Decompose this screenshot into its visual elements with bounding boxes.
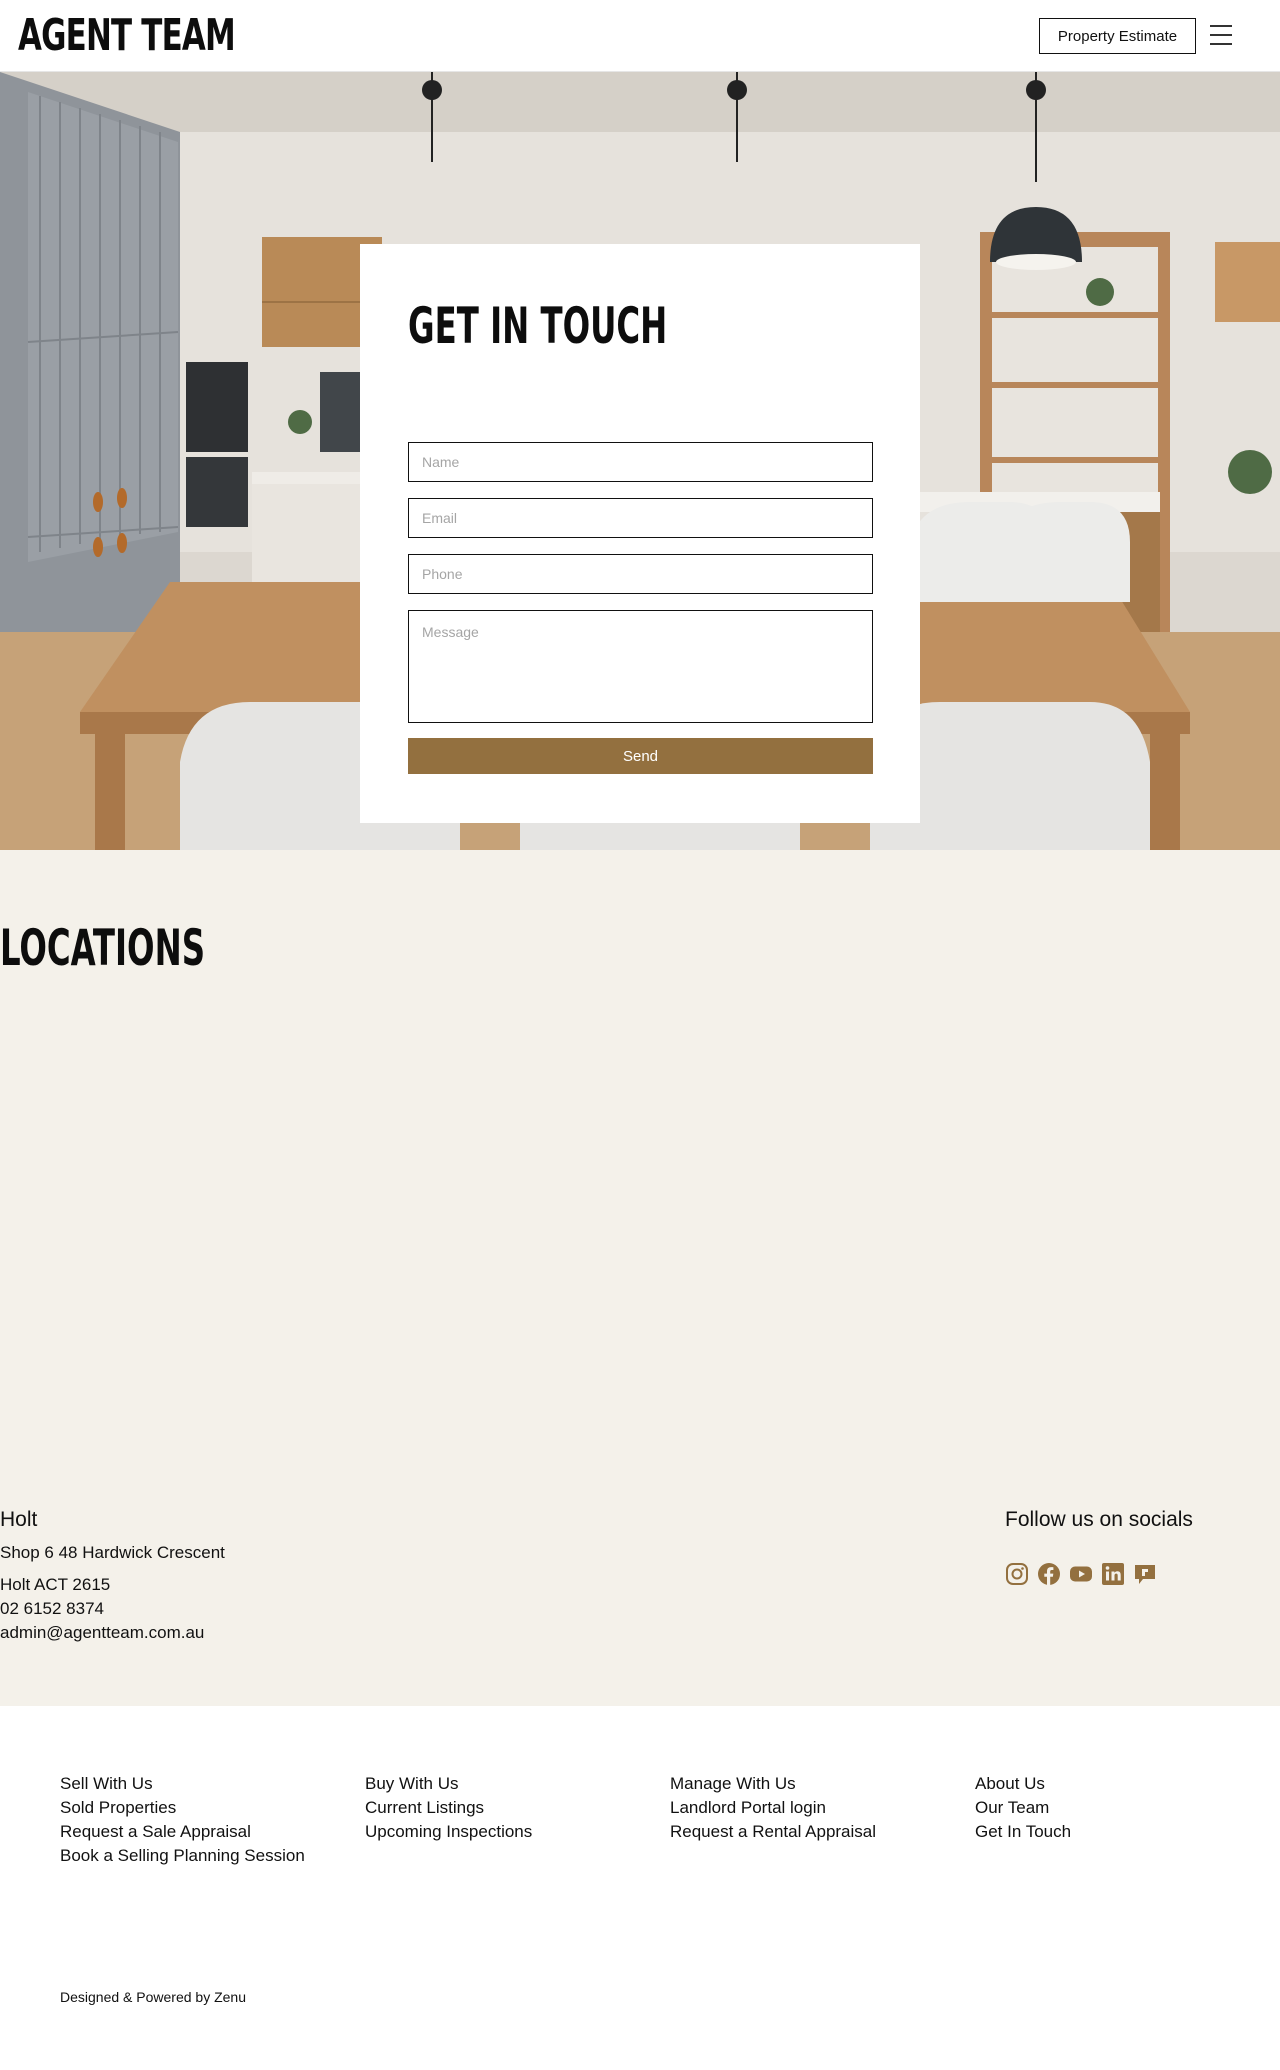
name-input[interactable]: [408, 442, 873, 482]
office-email[interactable]: admin@agentteam.com.au: [0, 1623, 204, 1643]
linkedin-icon[interactable]: [1101, 1562, 1125, 1586]
rate-my-agent-icon[interactable]: [1133, 1562, 1157, 1586]
footer-link-landlord-portal[interactable]: Landlord Portal login: [670, 1796, 876, 1820]
facebook-icon[interactable]: [1037, 1562, 1061, 1586]
footer-column-sell: Sell With Us Sold Properties Request a S…: [60, 1772, 305, 1868]
contact-hero: GET IN TOUCH Send: [0, 72, 1280, 850]
footer-column-buy: Buy With Us Current Listings Upcoming In…: [365, 1772, 532, 1844]
site-logo[interactable]: AGENT TEAM: [18, 12, 236, 60]
locations-section: LOCATIONS Holt Shop 6 48 Hardwick Cresce…: [0, 850, 1280, 1706]
footer-credit[interactable]: Designed & Powered by Zenu: [60, 1989, 246, 2005]
hamburger-menu-icon[interactable]: [1210, 23, 1234, 47]
footer-link-manage-with-us[interactable]: Manage With Us: [670, 1772, 876, 1796]
footer-link-buy-with-us[interactable]: Buy With Us: [365, 1772, 532, 1796]
footer-link-sale-appraisal[interactable]: Request a Sale Appraisal: [60, 1820, 305, 1844]
footer-link-upcoming-inspections[interactable]: Upcoming Inspections: [365, 1820, 532, 1844]
office-address-line2: Holt ACT 2615: [0, 1575, 111, 1594]
footer-column-manage: Manage With Us Landlord Portal login Req…: [670, 1772, 876, 1844]
footer-link-current-listings[interactable]: Current Listings: [365, 1796, 532, 1820]
office-address-line1: Shop 6 48 Hardwick Crescent: [0, 1543, 225, 1562]
email-input[interactable]: [408, 498, 873, 538]
message-textarea[interactable]: [408, 610, 873, 723]
send-button[interactable]: Send: [408, 738, 873, 774]
instagram-icon[interactable]: [1005, 1562, 1029, 1586]
footer-link-rental-appraisal[interactable]: Request a Rental Appraisal: [670, 1820, 876, 1844]
footer-link-sold-properties[interactable]: Sold Properties: [60, 1796, 305, 1820]
social-links: [1005, 1562, 1157, 1586]
office-name: Holt: [0, 1508, 38, 1531]
socials-heading: Follow us on socials: [1005, 1508, 1193, 1531]
site-footer: Sell With Us Sold Properties Request a S…: [0, 1706, 1280, 2070]
footer-link-about-us[interactable]: About Us: [975, 1772, 1071, 1796]
phone-input[interactable]: [408, 554, 873, 594]
site-header: AGENT TEAM Property Estimate: [0, 0, 1280, 72]
footer-link-selling-session[interactable]: Book a Selling Planning Session: [60, 1844, 305, 1868]
locations-heading: LOCATIONS: [0, 919, 206, 977]
contact-form-card: GET IN TOUCH Send: [360, 244, 920, 823]
office-phone[interactable]: 02 6152 8374: [0, 1599, 104, 1619]
footer-column-about: About Us Our Team Get In Touch: [975, 1772, 1071, 1844]
footer-link-our-team[interactable]: Our Team: [975, 1796, 1071, 1820]
property-estimate-button[interactable]: Property Estimate: [1039, 18, 1196, 54]
footer-link-sell-with-us[interactable]: Sell With Us: [60, 1772, 305, 1796]
youtube-icon[interactable]: [1069, 1562, 1093, 1586]
contact-heading: GET IN TOUCH: [408, 297, 668, 355]
footer-link-get-in-touch[interactable]: Get In Touch: [975, 1820, 1071, 1844]
